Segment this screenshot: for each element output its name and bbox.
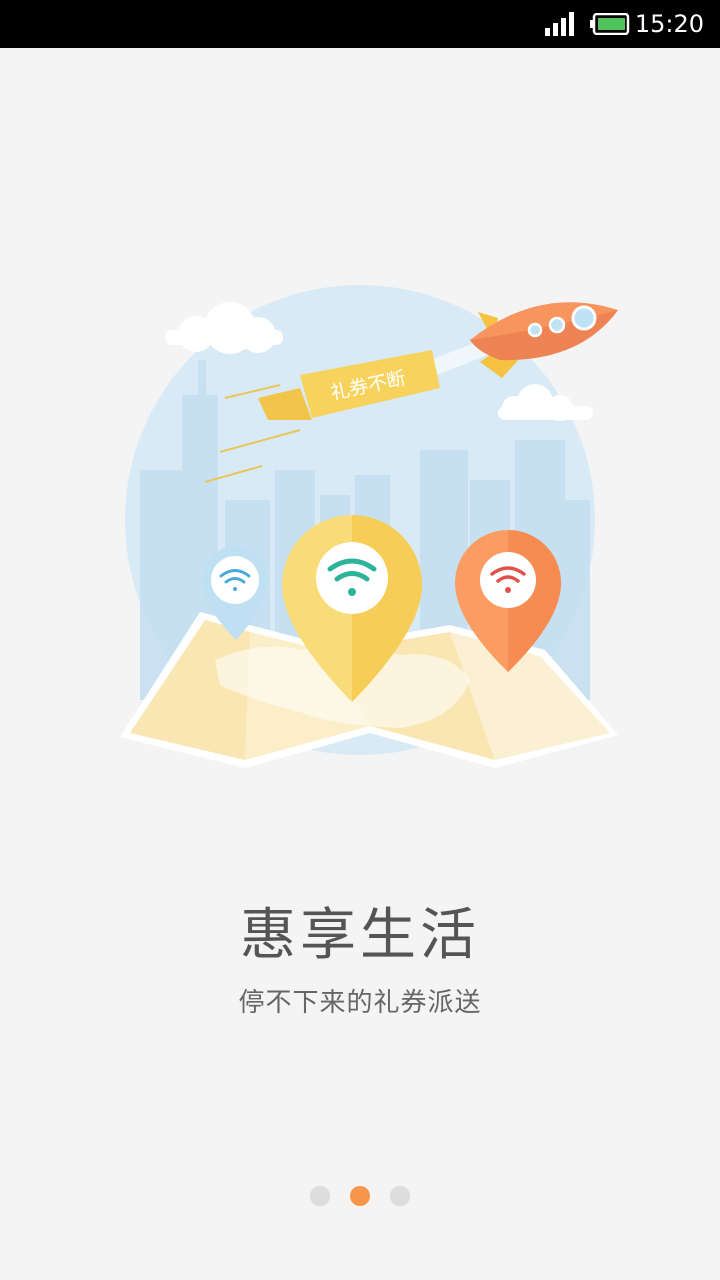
page-dot-2-active[interactable] xyxy=(350,1186,370,1206)
page-dot-1[interactable] xyxy=(310,1186,330,1206)
status-bar: 15:20 xyxy=(0,0,720,48)
signal-bars-icon xyxy=(545,12,574,36)
rocket-icon xyxy=(470,302,618,378)
battery-icon xyxy=(590,13,630,35)
page-indicator xyxy=(0,1186,720,1208)
onboarding-illustration: 礼券不断 xyxy=(120,285,618,768)
page-subtitle: 停不下来的礼券派送 xyxy=(238,988,482,1018)
page-title: 惠享生活 xyxy=(240,903,480,968)
status-time: 15:20 xyxy=(634,10,704,38)
page-dot-3[interactable] xyxy=(390,1186,410,1206)
